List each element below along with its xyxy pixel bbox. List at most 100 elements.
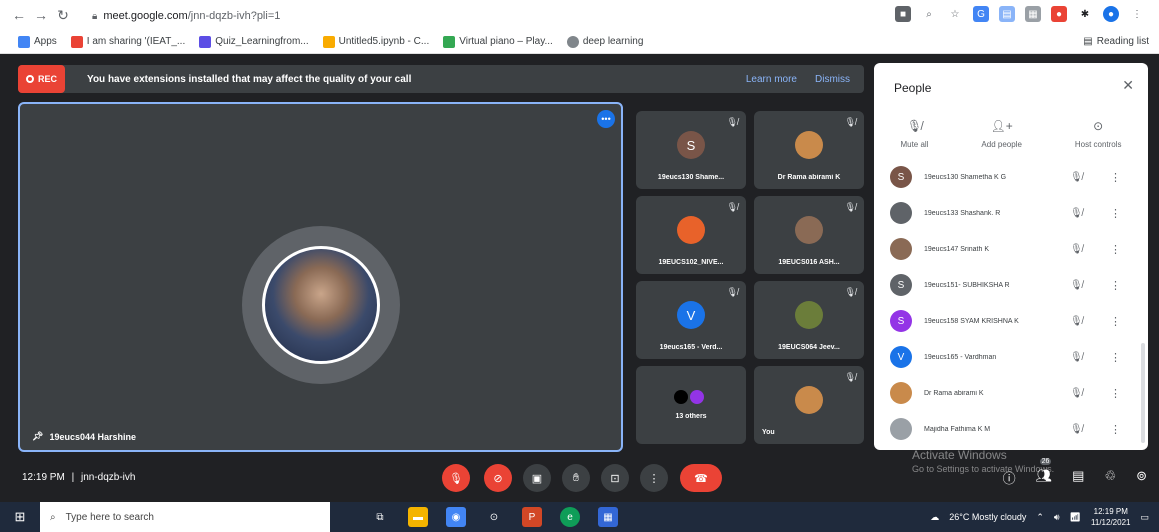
info-icon[interactable]: ⓘ xyxy=(1003,468,1016,487)
list-item[interactable]: 19eucs147 Srinath K 🎙︎̸ ⋮ xyxy=(874,231,1148,267)
others-tile[interactable]: 13 others xyxy=(636,366,746,444)
more-options-icon[interactable]: ⋮ xyxy=(1110,279,1121,292)
extension-icon[interactable]: ▦ xyxy=(1025,6,1041,22)
reading-list-button[interactable]: ▤ Reading list xyxy=(1083,36,1149,47)
extension-icon[interactable]: G xyxy=(973,6,989,22)
avatar: S xyxy=(677,131,705,159)
more-options-icon[interactable]: ⋮ xyxy=(1110,315,1121,328)
leave-call-button[interactable]: ☎︎ xyxy=(680,464,722,492)
chevron-up-icon[interactable]: ⌃ xyxy=(1036,512,1044,523)
menu-icon[interactable]: ⋮ xyxy=(1129,6,1145,22)
bookmark-item[interactable]: Untitled5.ipynb - C... xyxy=(322,35,429,48)
extension-icon[interactable]: ● xyxy=(1051,6,1067,22)
profile-avatar[interactable]: ● xyxy=(1103,6,1119,22)
meeting-code: jnn-dqzb-ivh xyxy=(80,472,136,483)
mic-off-icon[interactable]: 🎙︎̸ xyxy=(1070,388,1083,399)
list-item[interactable]: S 19eucs158 SYAM KRISHNA K 🎙︎̸ ⋮ xyxy=(874,303,1148,339)
mute-all-button[interactable]: 🎙︎̸ Mute all xyxy=(900,119,928,149)
add-people-button[interactable]: 👤︎+ Add people xyxy=(981,119,1021,149)
participant-tile[interactable]: 🎙︎̸ 19EUCS064 Jeev... xyxy=(754,281,864,359)
bookmark-item[interactable]: deep learning xyxy=(566,35,643,48)
camera-toggle-button[interactable]: ⊘ xyxy=(484,464,512,492)
activities-icon[interactable]: ♲ xyxy=(1104,468,1116,487)
more-options-icon[interactable]: ⋮ xyxy=(1110,387,1121,400)
participant-tile[interactable]: 🎙︎̸ Dr Rama abirami K xyxy=(754,111,864,189)
bookmark-item[interactable]: Virtual piano – Play... xyxy=(443,35,553,48)
volume-icon[interactable]: 🔊︎ xyxy=(1054,512,1060,523)
list-item[interactable]: V 19eucs165 - Vardhman 🎙︎̸ ⋮ xyxy=(874,339,1148,375)
app-icon[interactable]: ▦ xyxy=(598,507,618,527)
extension-icon[interactable]: ▤ xyxy=(999,6,1015,22)
raise-hand-button[interactable]: ✋︎ xyxy=(562,464,590,492)
clock[interactable]: 12:19 PM 11/12/2021 xyxy=(1091,506,1130,528)
file-explorer-icon[interactable]: ▬ xyxy=(408,507,428,527)
mic-off-icon[interactable]: 🎙︎̸ xyxy=(1070,172,1083,183)
mic-toggle-button[interactable]: 🎙︎ xyxy=(442,464,470,492)
mic-off-icon[interactable]: 🎙︎̸ xyxy=(1070,352,1083,363)
avatar xyxy=(890,202,912,224)
captions-icon: ▣ xyxy=(531,472,543,485)
more-options-icon[interactable]: ⋮ xyxy=(1110,243,1121,256)
captions-button[interactable]: ▣ xyxy=(523,464,551,492)
notification-icon[interactable]: ▭ xyxy=(1140,512,1149,523)
list-item[interactable]: Dr Rama abirami K 🎙︎̸ ⋮ xyxy=(874,375,1148,411)
mic-off-icon[interactable]: 🎙︎̸ xyxy=(1070,208,1083,219)
more-options-button[interactable]: ⋮ xyxy=(640,464,668,492)
bookmark-item[interactable]: Quiz_Learningfrom... xyxy=(199,35,309,48)
meeting-info: 12:19 PM | jnn-dqzb-ivh xyxy=(22,472,135,483)
close-icon[interactable]: ✕ xyxy=(1122,77,1134,94)
participant-tile[interactable]: 🎙︎̸ 19EUCS016 ASH... xyxy=(754,196,864,274)
participant-name: 19EUCS016 ASH... xyxy=(778,259,840,266)
bookmark-star-icon[interactable]: ☆ xyxy=(947,6,963,22)
participant-tile[interactable]: 🎙︎̸ V 19eucs165 - Verd... xyxy=(636,281,746,359)
bookmark-item[interactable]: I am sharing '(IEAT_... xyxy=(70,35,185,48)
more-options-icon[interactable]: ⋮ xyxy=(1110,171,1121,184)
list-item[interactable]: S 19eucs130 Shametha K G 🎙︎̸ ⋮ xyxy=(874,159,1148,195)
weather-text[interactable]: 26°C Mostly cloudy xyxy=(949,512,1026,522)
learn-more-link[interactable]: Learn more xyxy=(746,74,797,85)
task-view-icon[interactable]: ⧉ xyxy=(370,507,390,527)
participant-name: Majidha Fathima K M xyxy=(924,425,991,433)
puzzle-icon[interactable]: ✱ xyxy=(1077,6,1093,22)
host-controls-button[interactable]: ⊙ Host controls xyxy=(1075,119,1122,149)
people-icon[interactable]: 👥︎ 26 xyxy=(1036,458,1052,487)
lock-icon[interactable]: ⊚ xyxy=(1136,468,1147,487)
list-item[interactable]: 19eucs133 Shashank. R 🎙︎̸ ⋮ xyxy=(874,195,1148,231)
network-icon[interactable]: 📶︎ xyxy=(1070,512,1081,523)
windows-start-icon[interactable]: ⊞ xyxy=(0,502,40,532)
zoom-icon[interactable]: ⌕ xyxy=(921,6,937,22)
list-item[interactable]: Majidha Fathima K M 🎙︎̸ ⋮ xyxy=(874,411,1148,447)
divider: | xyxy=(71,472,75,483)
self-tile[interactable]: 🎙︎̸ You xyxy=(754,366,864,444)
participant-tile[interactable]: 🎙︎̸ 19EUCS102_NIVE... xyxy=(636,196,746,274)
chat-icon[interactable]: ▤ xyxy=(1072,468,1084,487)
more-options-icon[interactable]: ⋮ xyxy=(1110,351,1121,364)
more-options-icon[interactable]: ⋮ xyxy=(1110,207,1121,220)
main-video-tile[interactable]: ••• 📌︎ 19eucs044 Harshine xyxy=(18,102,623,452)
taskbar-search[interactable]: ⌕ Type here to search xyxy=(40,502,330,532)
edge-icon[interactable]: e xyxy=(560,507,580,527)
more-options-icon: ⋮ xyxy=(648,472,660,485)
url-path: /jnn-dqzb-ivh?pli=1 xyxy=(187,10,281,22)
mic-off-icon[interactable]: 🎙︎̸ xyxy=(1070,424,1083,435)
mic-off-icon[interactable]: 🎙︎̸ xyxy=(1070,316,1083,327)
mic-off-icon[interactable]: 🎙︎̸ xyxy=(1070,244,1083,255)
app-icon[interactable]: ⊙ xyxy=(484,507,504,527)
mic-off-icon[interactable]: 🎙︎̸ xyxy=(1070,280,1083,291)
list-item[interactable]: S 19eucs151- SUBHIKSHA R 🎙︎̸ ⋮ xyxy=(874,267,1148,303)
meeting-side-controls: ⓘ 👥︎ 26 ▤ ♲ ⊚ xyxy=(1003,458,1147,487)
powerpoint-icon[interactable]: P xyxy=(522,507,542,527)
participant-tile[interactable]: 🎙︎̸ S 19eucs130 Shame... xyxy=(636,111,746,189)
camera-icon[interactable]: ■ xyxy=(895,6,911,22)
present-button[interactable]: ⊡ xyxy=(601,464,629,492)
dismiss-button[interactable]: Dismiss xyxy=(815,74,850,85)
reload-icon[interactable]: ↻ xyxy=(52,7,74,24)
chrome-icon[interactable]: ◉ xyxy=(446,507,466,527)
address-bar[interactable]: 🔒︎ meet.google.com /jnn-dqzb-ivh?pli=1 xyxy=(92,6,280,26)
more-options-icon[interactable]: ⋮ xyxy=(1110,423,1121,436)
scrollbar[interactable] xyxy=(1141,343,1145,443)
back-icon[interactable]: ← xyxy=(8,7,30,23)
bookmark-item[interactable]: Apps xyxy=(18,35,57,48)
participant-list: S 19eucs130 Shametha K G 🎙︎̸ ⋮ 19eucs133 Sh… xyxy=(874,159,1148,447)
forward-icon[interactable]: → xyxy=(30,7,52,23)
